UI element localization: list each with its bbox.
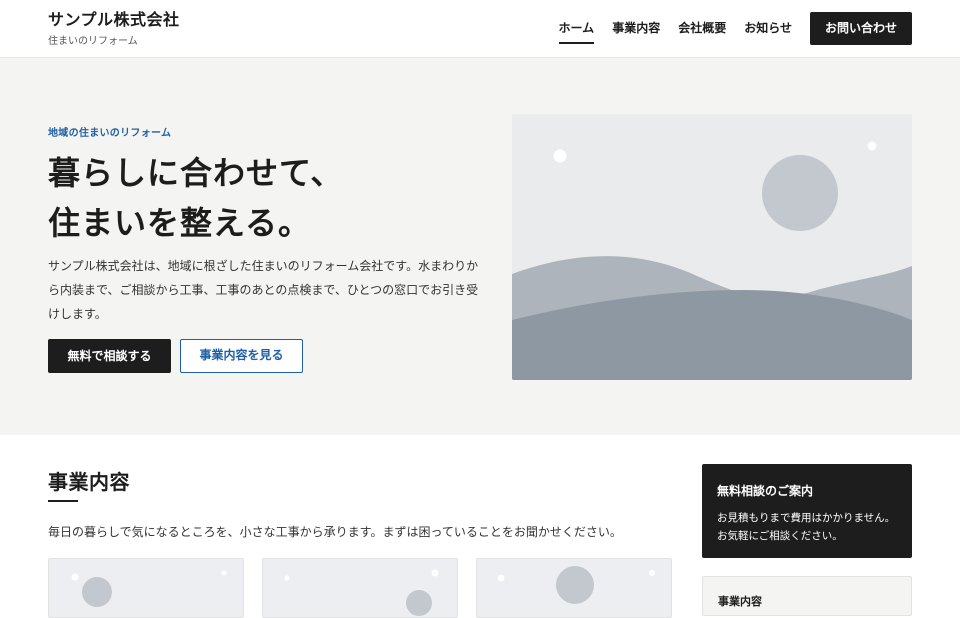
hero-tag: 地域の住まいのリフォーム [48,128,172,139]
nav-item-home[interactable]: ホーム [558,12,594,45]
nav-item-news[interactable]: お知らせ [744,12,792,45]
hero-title: 暮らしに合わせて、 住まいを整える。 [48,148,343,248]
consult-info-text-line-2: お気軽にご相談ください。 [717,530,843,542]
sidebar-services-title: 事業内容 [718,595,762,608]
hero-title-line-1: 暮らしに合わせて、 [48,154,344,192]
consult-info-box: 無料相談のご案内 お見積もりまで費用はかかりません。 お気軽にご相談ください。 [702,464,912,558]
hero-image [512,114,912,380]
service-card[interactable] [476,558,672,618]
service-card[interactable] [262,558,458,618]
brand-tagline: 住まいのリフォーム [48,36,138,47]
contact-button[interactable]: お問い合わせ [809,12,912,45]
card-image-placeholder-icon [263,559,457,617]
main-nav: ホーム 事業内容 会社概要 お知らせ お問い合わせ [558,12,912,45]
hero-title-line-2: 住まいを整える。 [48,204,312,242]
consult-info-text-line-1: お見積もりまで費用はかかりません。 [717,512,896,524]
free-consult-button[interactable]: 無料で相談する [48,339,171,373]
nav-item-services[interactable]: 事業内容 [612,12,660,45]
view-services-button[interactable]: 事業内容を見る [180,339,303,373]
sidebar-services-box: 事業内容 [702,576,912,616]
services-title: 事業内容 [48,470,130,494]
landscape-placeholder-icon [512,114,912,380]
hero-description: サンプル株式会社は、地域に根ざした住まいのリフォーム会社です。水まわりから内装ま… [48,259,479,321]
card-image-placeholder-icon [49,559,243,617]
consult-info-title: 無料相談のご案内 [717,484,814,498]
brand-name[interactable]: サンプル株式会社 [48,10,180,30]
card-image-placeholder-icon [477,559,671,617]
services-description: 毎日の暮らしで気になるところを、小さな工事から承ります。まずは困っていることをお… [48,525,622,539]
hero-section: 地域の住まいのリフォーム 暮らしに合わせて、 住まいを整える。 サンプル株式会社… [0,58,960,435]
brand[interactable]: サンプル株式会社 住まいのリフォーム [48,10,180,48]
service-card[interactable] [48,558,244,618]
site-header: サンプル株式会社 住まいのリフォーム ホーム 事業内容 会社概要 お知らせ お問… [0,0,960,58]
title-divider [48,500,78,502]
nav-item-company[interactable]: 会社概要 [678,12,726,45]
